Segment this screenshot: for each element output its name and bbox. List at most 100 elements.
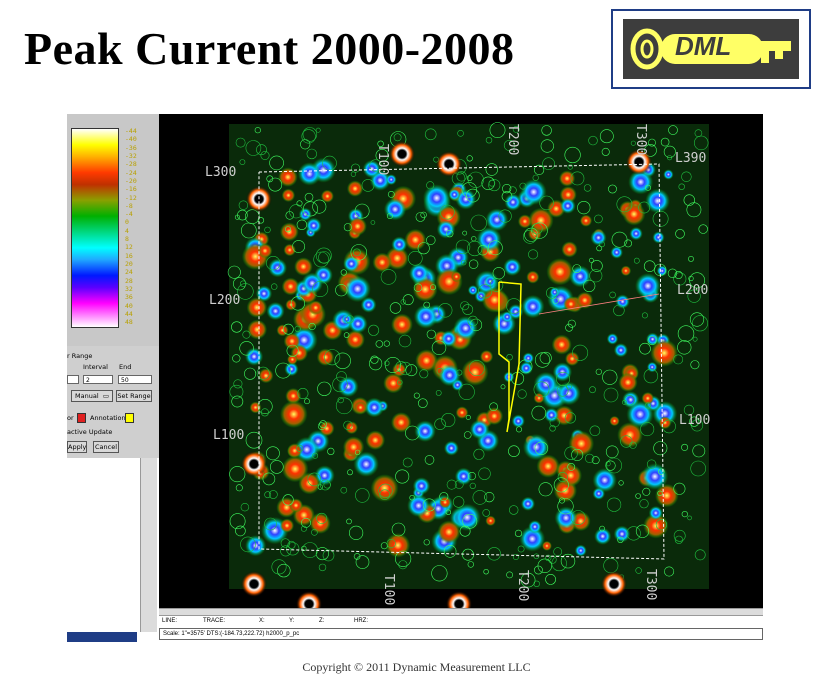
contour-anomaly xyxy=(287,354,298,365)
interactive-update-label: active Update xyxy=(67,428,113,436)
apply-button[interactable]: Apply xyxy=(67,441,87,453)
line-readout: LINE: xyxy=(162,618,178,624)
well-anomaly xyxy=(601,571,627,597)
contour-anomaly xyxy=(559,198,576,214)
contour-anomaly xyxy=(652,231,665,244)
vertical-scrollbar[interactable] xyxy=(140,458,157,632)
contour-anomaly xyxy=(385,174,397,186)
label-t300-top: T300 xyxy=(633,124,648,155)
color-scale-tick: 16 xyxy=(125,251,133,260)
contour-anomaly xyxy=(308,300,323,315)
contour-anomaly xyxy=(620,265,632,276)
end-field[interactable]: 50 xyxy=(118,375,152,384)
color-scale-ticks: -44 -40 -36 -32 -28 -24 -20 -16 -12 -8 -4 0 4 8 12 16 20… xyxy=(125,128,155,326)
contour-anomaly xyxy=(561,241,578,258)
contour-anomaly xyxy=(451,271,462,283)
well-anomaly xyxy=(436,151,462,177)
contour-anomaly xyxy=(526,270,540,284)
contour-anomaly xyxy=(281,188,296,202)
contour-anomaly xyxy=(391,236,408,253)
contour-map[interactable]: T100 T200 T300 L300 L390 L200 L200 L100 … xyxy=(159,114,763,608)
color-scale-tick: -36 xyxy=(125,143,137,152)
label-l100-right: L100 xyxy=(679,413,710,428)
contour-anomaly xyxy=(343,255,360,273)
contour-anomaly xyxy=(279,518,295,533)
contour-anomaly xyxy=(469,419,490,440)
color-swatch[interactable] xyxy=(77,413,86,423)
contour-anomaly xyxy=(533,392,545,404)
color-scale-tick: 32 xyxy=(125,284,133,293)
contour-anomaly xyxy=(613,525,631,543)
color-scale-tick: 40 xyxy=(125,301,133,310)
interval-field[interactable]: 2 xyxy=(83,375,113,384)
range-controls: r Range Interval End 2 50 Manual ▭ Set Ra… xyxy=(67,346,159,458)
well-anomaly xyxy=(296,591,322,608)
contour-anomaly xyxy=(448,188,461,201)
end-label: End xyxy=(119,363,132,371)
start-field[interactable] xyxy=(67,375,79,384)
contour-anomaly xyxy=(301,272,323,295)
color-scale-tick: 0 xyxy=(125,218,129,227)
mode-select[interactable]: Manual ▭ xyxy=(71,390,113,402)
scale-status-bar: Scale: 1"=3575' DTS:(-184.73,222.72) h20… xyxy=(159,628,763,640)
color-scale-tick: -24 xyxy=(125,168,137,177)
slide-title: Peak Current 2000-2008 xyxy=(24,23,515,74)
mode-select-value: Manual xyxy=(75,392,99,400)
label-l200-left: L200 xyxy=(209,293,240,308)
contour-anomaly xyxy=(346,180,364,197)
hrz-readout: HRZ: xyxy=(354,618,368,624)
contour-anomaly xyxy=(650,339,678,367)
contour-anomaly xyxy=(635,273,661,299)
contour-anomaly xyxy=(522,433,550,461)
contour-anomaly xyxy=(404,228,427,251)
y-readout: Y: xyxy=(289,618,295,624)
contour-anomaly xyxy=(281,455,309,483)
copyright-footer: Copyright © 2011 Dynamic Measurement LLC xyxy=(302,660,531,674)
contour-anomaly xyxy=(412,477,431,495)
contour-anomaly xyxy=(528,520,542,534)
contour-map-canvas[interactable]: T100 T200 T300 L300 L390 L200 L200 L100 … xyxy=(159,114,763,608)
contour-anomaly xyxy=(257,243,273,259)
contour-anomaly xyxy=(504,193,522,211)
color-scale xyxy=(71,128,119,328)
cancel-button[interactable]: Cancel xyxy=(93,441,119,453)
contour-anomaly xyxy=(342,436,365,458)
label-t100-bottom: T100 xyxy=(381,574,396,605)
contour-anomaly xyxy=(391,313,413,336)
contour-anomaly xyxy=(289,498,303,513)
cursor-readout-bar: LINE: TRACE: X: Y: Z: HRZ: xyxy=(159,615,763,628)
color-scale-tick: -32 xyxy=(125,151,137,160)
contour-anomaly xyxy=(408,263,430,284)
contour-anomaly xyxy=(622,202,646,226)
contour-anomaly xyxy=(511,414,525,428)
well-anomaly xyxy=(446,591,472,608)
contour-anomaly xyxy=(520,496,536,511)
contour-anomaly xyxy=(568,430,595,457)
contour-anomaly xyxy=(520,179,547,205)
annotation-swatch[interactable] xyxy=(125,413,134,423)
contour-anomaly xyxy=(609,415,620,427)
color-scale-tick: 8 xyxy=(125,235,129,244)
label-l100-left: L100 xyxy=(213,428,244,443)
label-t200-top: T200 xyxy=(505,124,520,155)
contour-anomaly xyxy=(648,505,663,521)
set-range-button[interactable]: Set Range xyxy=(116,390,152,402)
contour-anomaly xyxy=(541,540,552,551)
label-l200-right: L200 xyxy=(677,283,708,298)
label-t300-bottom: T300 xyxy=(643,569,658,600)
interval-label: Interval xyxy=(83,363,108,371)
contour-anomaly xyxy=(663,169,674,180)
well-anomaly xyxy=(241,571,267,597)
contour-anomaly xyxy=(533,371,559,397)
contour-anomaly xyxy=(606,333,619,345)
color-scale-tick: 44 xyxy=(125,309,133,318)
contour-anomaly xyxy=(278,167,298,187)
color-scale-tick: -8 xyxy=(125,201,133,210)
contour-app-window: -44 -40 -36 -32 -28 -24 -20 -16 -12 -8 -4 0 4 8 12 16 20… xyxy=(67,114,763,642)
contour-anomaly xyxy=(365,430,386,451)
contour-anomaly xyxy=(247,319,268,340)
contour-anomaly xyxy=(438,364,461,387)
color-scale-tick: 12 xyxy=(125,243,133,252)
contour-anomaly xyxy=(364,397,385,418)
color-scale-tick: -40 xyxy=(125,135,137,144)
